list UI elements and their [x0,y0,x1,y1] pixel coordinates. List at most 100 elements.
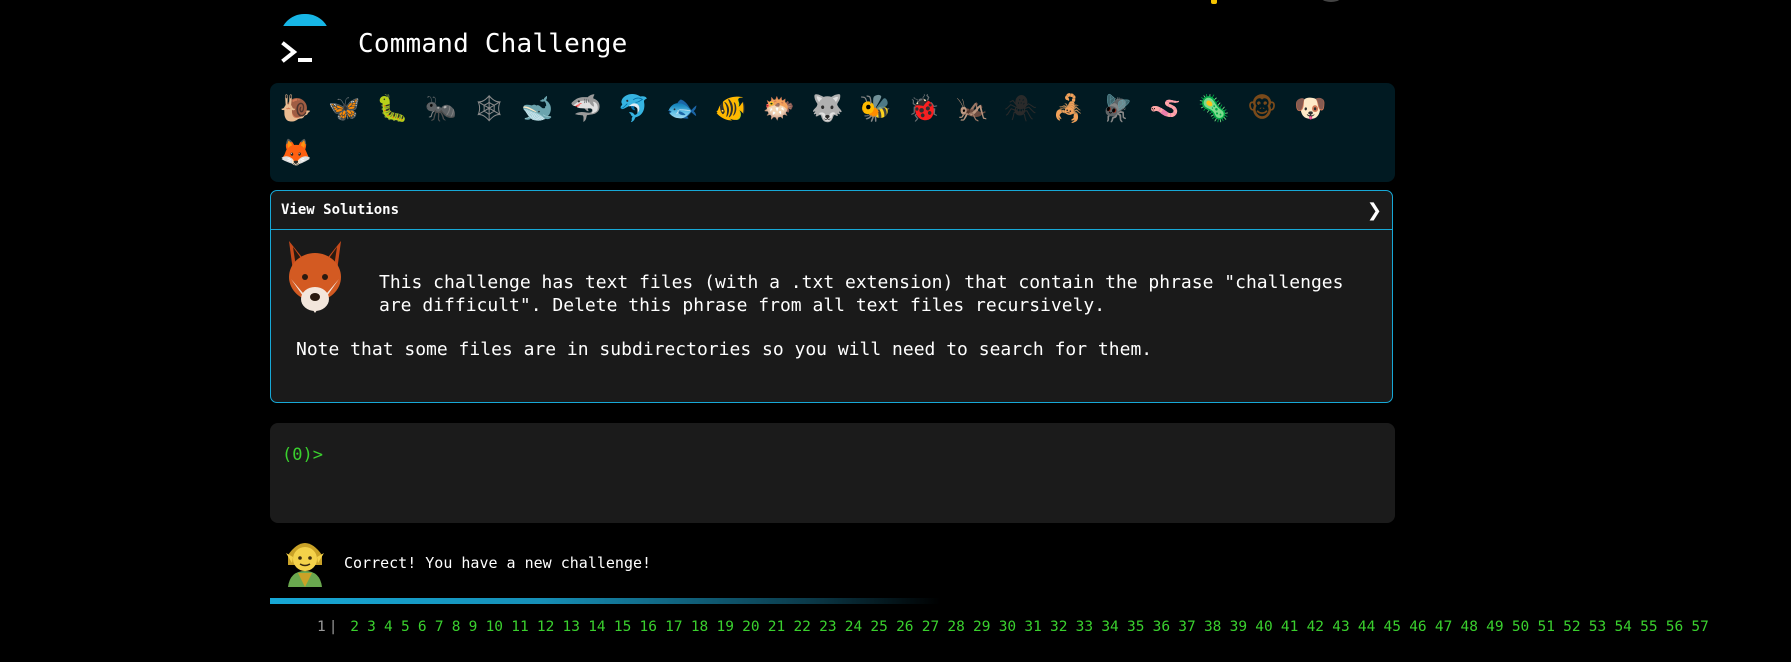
page-link-31[interactable]: 31 [1024,619,1041,635]
challenge-shark-icon[interactable]: 🦈 [566,89,606,129]
page-link-5[interactable]: 5 [401,619,410,635]
current-page: 1 [317,619,326,635]
scorpion-glyph: 🦂 [1052,94,1085,124]
view-solutions-label: View Solutions [281,202,400,218]
fox-avatar-icon [289,241,341,313]
challenge-bug-icon[interactable]: 🐛 [373,89,413,129]
page-link-44[interactable]: 44 [1358,619,1375,635]
page-link-6[interactable]: 6 [418,619,427,635]
page-link-27[interactable]: 27 [922,619,939,635]
challenge-microbe-icon[interactable]: 🦠 [1194,89,1234,129]
challenge-whale-icon[interactable]: 🐋 [518,89,558,129]
page-link-21[interactable]: 21 [768,619,785,635]
page-link-10[interactable]: 10 [486,619,503,635]
challenge-snail-icon[interactable]: 🐌 [276,89,316,129]
page-link-45[interactable]: 45 [1384,619,1401,635]
challenge-ladybug-icon[interactable]: 🐞 [904,89,944,129]
page-link-17[interactable]: 17 [665,619,682,635]
page-link-22[interactable]: 22 [793,619,810,635]
page-link-26[interactable]: 26 [896,619,913,635]
terminal-prompt: (0)> [282,445,323,465]
challenge-bee-icon[interactable]: 🐝 [856,89,896,129]
challenge-wolf-icon[interactable]: 🐺 [807,89,847,129]
page-link-9[interactable]: 9 [469,619,478,635]
page-link-20[interactable]: 20 [742,619,759,635]
page-link-43[interactable]: 43 [1332,619,1349,635]
page-link-42[interactable]: 42 [1307,619,1324,635]
page-link-29[interactable]: 29 [973,619,990,635]
spider-web-glyph: 🕸 [472,94,506,124]
page-link-11[interactable]: 11 [511,619,528,635]
page-link-15[interactable]: 15 [614,619,631,635]
page-link-7[interactable]: 7 [435,619,444,635]
challenge-fish-icon[interactable]: 🐟 [662,89,702,129]
page-link-56[interactable]: 56 [1666,619,1683,635]
pager-separator: | [328,619,338,635]
view-solutions-toggle[interactable]: View Solutions ❯ [271,191,1392,230]
challenge-ant-icon[interactable]: 🐜 [421,89,461,129]
challenge-spider-web-icon[interactable]: 🕸 [469,89,509,129]
page-link-54[interactable]: 54 [1614,619,1631,635]
microbe-glyph: 🦠 [1197,94,1230,124]
challenge-description: This challenge has text files (with a .t… [379,272,1344,316]
page-link-28[interactable]: 28 [947,619,964,635]
page-link-38[interactable]: 38 [1204,619,1221,635]
terminal-logo-icon[interactable] [280,14,336,70]
page-link-39[interactable]: 39 [1230,619,1247,635]
chevron-right-icon: ❯ [1366,199,1382,221]
terminal-input-area[interactable]: (0)> [270,423,1395,523]
challenge-spider-icon[interactable]: 🕷 [1001,89,1041,129]
challenge-dolphin-icon[interactable]: 🐬 [614,89,654,129]
page-link-55[interactable]: 55 [1640,619,1657,635]
ant-glyph: 🐜 [424,94,458,124]
challenge-worm-icon[interactable]: 🪱 [1145,89,1185,129]
page-link-46[interactable]: 46 [1409,619,1426,635]
page-link-30[interactable]: 30 [999,619,1016,635]
page-link-36[interactable]: 36 [1153,619,1170,635]
progress-bar [270,598,940,604]
page-link-19[interactable]: 19 [716,619,733,635]
challenge-fox-icon[interactable]: 🦊 [276,133,316,173]
challenge-butterfly-icon[interactable]: 🦋 [324,89,364,129]
page-link-12[interactable]: 12 [537,619,554,635]
challenge-monkey-icon[interactable]: 🐵 [1242,89,1282,129]
page-link-24[interactable]: 24 [845,619,862,635]
page-link-49[interactable]: 49 [1486,619,1503,635]
page-link-52[interactable]: 52 [1563,619,1580,635]
challenge-scorpion-icon[interactable]: 🦂 [1049,89,1089,129]
page-link-35[interactable]: 35 [1127,619,1144,635]
page-link-47[interactable]: 47 [1435,619,1452,635]
page-link-41[interactable]: 41 [1281,619,1298,635]
bee-glyph: 🐝 [859,94,892,124]
page-link-50[interactable]: 50 [1512,619,1529,635]
page-link-8[interactable]: 8 [452,619,461,635]
challenge-tropical-fish-icon[interactable]: 🐠 [711,89,751,129]
challenge-fly-icon[interactable]: 🪰 [1097,89,1137,129]
page-link-34[interactable]: 34 [1101,619,1118,635]
page-link-13[interactable]: 13 [563,619,580,635]
solutions-panel: View Solutions ❯ This challenge has text… [270,190,1393,403]
shark-glyph: 🦈 [569,94,602,124]
page-link-57[interactable]: 57 [1691,619,1708,635]
page-link-14[interactable]: 14 [588,619,605,635]
challenge-dog-icon[interactable]: 🐶 [1290,89,1330,129]
page-link-2[interactable]: 2 [350,619,359,635]
fish-glyph: 🐟 [666,94,699,124]
page-link-23[interactable]: 23 [819,619,836,635]
page-link-53[interactable]: 53 [1589,619,1606,635]
challenge-cricket-icon[interactable]: 🦗 [952,89,992,129]
page-link-4[interactable]: 4 [384,619,393,635]
page-link-37[interactable]: 37 [1178,619,1195,635]
page-link-32[interactable]: 32 [1050,619,1067,635]
page-link-33[interactable]: 33 [1076,619,1093,635]
page-link-16[interactable]: 16 [640,619,657,635]
page-link-25[interactable]: 25 [870,619,887,635]
page-link-51[interactable]: 51 [1537,619,1554,635]
page-link-48[interactable]: 48 [1461,619,1478,635]
page-link-40[interactable]: 40 [1255,619,1272,635]
cricket-glyph: 🦗 [956,94,989,124]
worm-glyph: 🪱 [1149,94,1182,124]
page-link-18[interactable]: 18 [691,619,708,635]
challenge-blowfish-icon[interactable]: 🐡 [759,89,799,129]
page-link-3[interactable]: 3 [367,619,376,635]
